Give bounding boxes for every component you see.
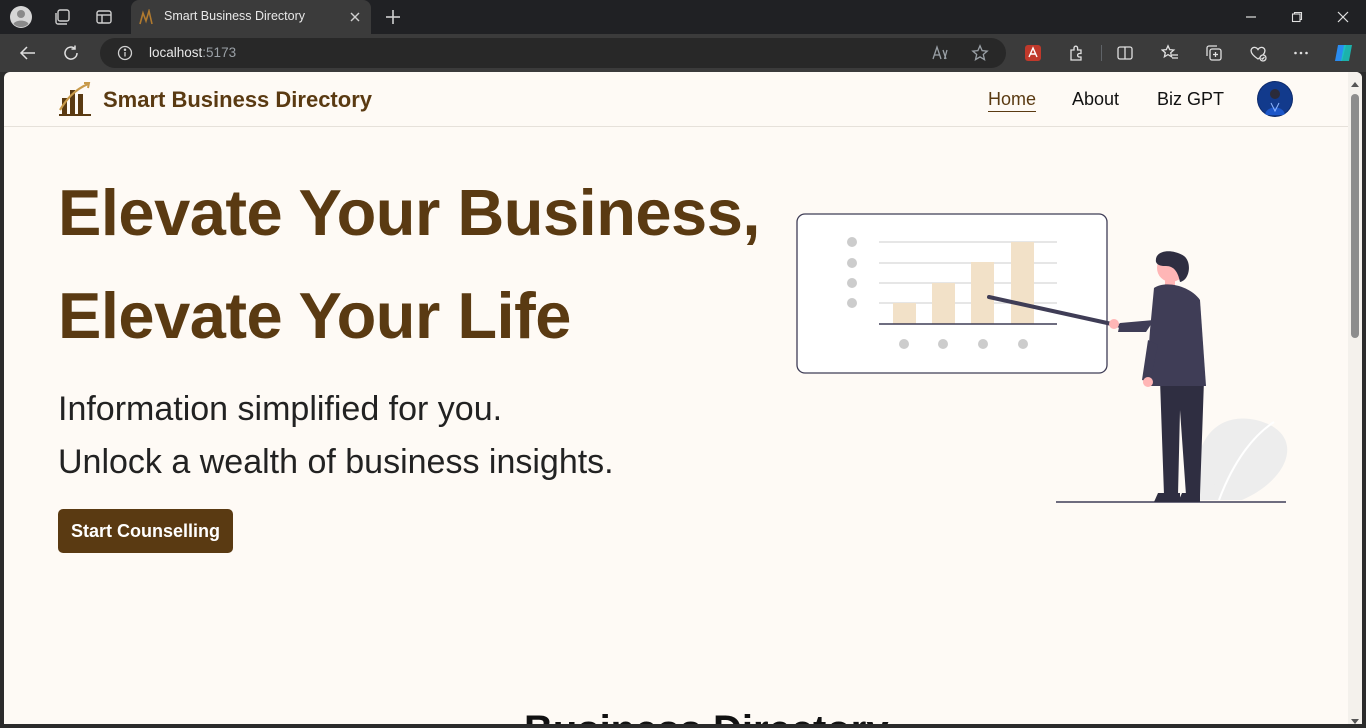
site-info-icon[interactable] — [117, 45, 133, 61]
new-tab-icon[interactable] — [382, 6, 404, 28]
favorite-star-icon[interactable] — [971, 44, 989, 62]
hero-heading-line1: Elevate Your Business, — [58, 176, 760, 249]
copilot-icon[interactable] — [1333, 42, 1355, 64]
user-avatar[interactable] — [1257, 81, 1293, 117]
extension-red-icon[interactable] — [1023, 43, 1043, 63]
page-scrollbar[interactable] — [1348, 72, 1362, 724]
nav-link-biz-gpt[interactable]: Biz GPT — [1157, 89, 1224, 110]
nav-link-home[interactable]: Home — [988, 89, 1037, 112]
plant-decoration — [1188, 418, 1288, 501]
extensions-puzzle-icon[interactable] — [1067, 43, 1087, 63]
refresh-icon[interactable] — [59, 41, 83, 65]
scrollbar-thumb[interactable] — [1351, 94, 1359, 338]
minimize-window-icon[interactable] — [1228, 0, 1274, 34]
more-options-icon[interactable] — [1291, 43, 1311, 63]
hero-heading-line2: Elevate Your Life — [58, 279, 571, 352]
scroll-up-arrow-icon[interactable] — [1351, 76, 1359, 87]
hero-subtitle-line2: Unlock a wealth of business insights. — [58, 443, 614, 481]
favorites-list-icon[interactable] — [1160, 43, 1180, 63]
split-screen-icon[interactable] — [1115, 43, 1135, 63]
browser-tab-bar: Smart Business Directory — [0, 0, 1366, 34]
browser-tab-active[interactable]: Smart Business Directory — [131, 0, 371, 34]
read-aloud-icon[interactable] — [931, 44, 949, 62]
hero-subtitle-line1: Information simplified for you. — [58, 390, 503, 428]
collections-icon[interactable] — [1204, 43, 1224, 63]
browser-toolbar: localhost:5173 — [0, 34, 1366, 72]
presentation-illustration — [794, 210, 1294, 506]
profile-avatar-icon[interactable] — [9, 5, 33, 29]
page-viewport: Smart Business Directory Home About Biz … — [4, 72, 1362, 724]
scroll-down-arrow-icon[interactable] — [1351, 712, 1359, 724]
site-favicon-icon — [139, 7, 153, 25]
close-window-icon[interactable] — [1320, 0, 1366, 34]
toolbar-separator — [1101, 45, 1102, 61]
tab-title: Smart Business Directory — [164, 9, 306, 23]
tab-actions-icon[interactable] — [92, 5, 116, 29]
nav-link-about[interactable]: About — [1072, 89, 1119, 110]
brand-name[interactable]: Smart Business Directory — [103, 87, 372, 113]
site-navbar: Smart Business Directory Home About Biz … — [4, 72, 1348, 127]
workspaces-icon[interactable] — [50, 5, 74, 29]
brand-logo-icon[interactable] — [58, 80, 92, 118]
back-arrow-icon[interactable] — [16, 41, 40, 65]
url-port: :5173 — [202, 45, 237, 60]
url-host: localhost — [149, 45, 203, 60]
close-tab-icon[interactable] — [347, 9, 363, 25]
browser-essentials-icon[interactable] — [1248, 43, 1268, 63]
restore-window-icon[interactable] — [1274, 0, 1320, 34]
address-bar[interactable]: localhost:5173 — [100, 38, 1006, 68]
start-counselling-button[interactable]: Start Counselling — [58, 509, 233, 553]
section-heading-peek: Business Directory — [524, 708, 889, 724]
url-text: localhost:5173 — [149, 45, 236, 60]
